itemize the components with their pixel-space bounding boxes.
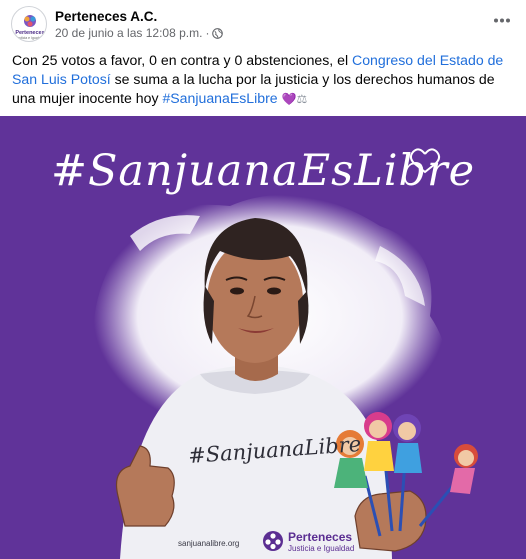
perteneces-mark-icon	[263, 531, 283, 551]
post-text-intro: Con 25 votos a favor, 0 en contra y 0 ab…	[12, 52, 353, 68]
avatar-tagline: Justicia e Igualdad	[16, 36, 45, 40]
meta-separator: ·	[205, 26, 210, 40]
hashtag-link[interactable]: #SanjuanaEsLibre	[162, 90, 277, 106]
perteneces-logo: Perteneces Justicia e Igualdad	[15, 15, 45, 40]
image-org-name: Perteneces	[288, 530, 353, 544]
page-name-link[interactable]: Perteneces A.C.	[55, 9, 157, 24]
post-image[interactable]: #SanjuanaEsLibre #SanjuanaLibre sanjuana…	[0, 116, 526, 559]
post-text: Con 25 votos a favor, 0 en contra y 0 ab…	[12, 51, 516, 109]
post-header: Perteneces Justicia e Igualdad Pertenece…	[0, 0, 526, 42]
page-avatar[interactable]: Perteneces Justicia e Igualdad	[11, 6, 47, 42]
balance-scale-emoji: ⚖	[296, 92, 308, 106]
more-options-button[interactable]	[490, 10, 514, 30]
globe-icon[interactable]	[212, 27, 224, 39]
website-text: sanjuanalibre.org	[178, 539, 240, 548]
post-meta: 20 de junio a las 12:08 p.m. ·	[55, 26, 224, 40]
image-hashtag-title: #SanjuanaEsLibre	[50, 146, 476, 196]
post-date[interactable]: 20 de junio a las 12:08 p.m.	[55, 26, 202, 40]
more-options-icon	[494, 18, 510, 22]
purple-heart-emoji: 💜	[281, 92, 297, 106]
image-org-tagline: Justicia e Igualdad	[288, 544, 355, 553]
